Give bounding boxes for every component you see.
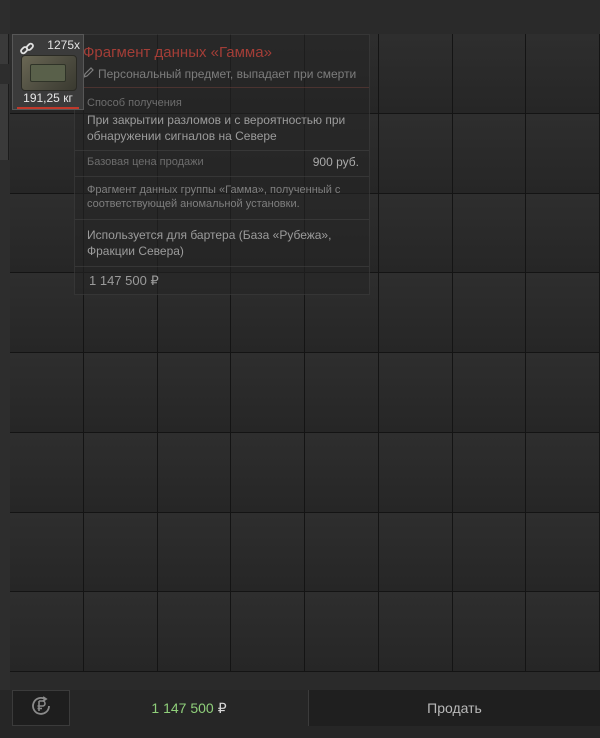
- inventory-slot[interactable]: [83, 353, 158, 433]
- inventory-slot[interactable]: [305, 592, 379, 672]
- side-tab[interactable]: [0, 124, 9, 160]
- side-tab[interactable]: [0, 34, 9, 64]
- inventory-slot[interactable]: [83, 512, 158, 593]
- side-tab[interactable]: [0, 84, 9, 124]
- inventory-slot[interactable]: [157, 353, 232, 433]
- inventory-slot[interactable]: [157, 512, 232, 593]
- inventory-slot[interactable]: [378, 353, 453, 433]
- inventory-slot[interactable]: [83, 592, 158, 672]
- inventory-slot[interactable]: [378, 592, 453, 672]
- tooltip-title: Фрагмент данных «Гамма»: [83, 44, 272, 61]
- inventory-slot[interactable]: [378, 34, 453, 114]
- separator: [75, 150, 369, 151]
- inventory-slot[interactable]: [526, 432, 600, 513]
- subtitle-text: Персональный предмет, выпадает при смерт…: [98, 67, 357, 81]
- inventory-slot[interactable]: [10, 432, 84, 513]
- inventory-slot[interactable]: [157, 592, 232, 672]
- inventory-slot[interactable]: [526, 193, 600, 274]
- inventory-slot[interactable]: [452, 432, 527, 513]
- inventory-slot[interactable]: [452, 113, 527, 194]
- inventory-slot[interactable]: [526, 353, 600, 433]
- currency-symbol: ₽: [217, 699, 227, 716]
- separator: [75, 219, 369, 220]
- stack-total-price: 1 147 500 ₽: [89, 273, 159, 288]
- ruble-refresh-button[interactable]: [12, 690, 70, 726]
- inventory-slot[interactable]: [526, 512, 600, 593]
- data-fragment-icon: [21, 55, 77, 91]
- item-tooltip: Фрагмент данных «Гамма» Персональный пре…: [74, 34, 370, 295]
- inventory-slot[interactable]: [10, 592, 84, 672]
- inventory-slot[interactable]: [10, 353, 84, 433]
- item-weight: 191,25 кг: [23, 91, 73, 105]
- pencil-icon: [83, 67, 94, 81]
- separator: [75, 176, 369, 177]
- inventory-slot[interactable]: [452, 512, 527, 593]
- inventory-slot[interactable]: [305, 512, 379, 593]
- tooltip-subtitle: Персональный предмет, выпадает при смерт…: [83, 67, 356, 81]
- item-description: Фрагмент данных группы «Гамма», полученн…: [87, 184, 341, 210]
- inventory-slot[interactable]: [526, 592, 600, 672]
- total-amount-value: 1 147 500: [151, 700, 214, 716]
- inventory-slot[interactable]: [452, 592, 527, 672]
- acquire-label: Способ получения: [87, 97, 182, 109]
- inventory-slot[interactable]: [10, 193, 84, 274]
- inventory-slot[interactable]: [378, 113, 453, 194]
- acquire-text: При закрытии разломов и с вероятностью п…: [87, 113, 346, 143]
- inventory-slot[interactable]: [452, 273, 527, 353]
- inventory-slot[interactable]: [231, 512, 305, 593]
- inventory-slot[interactable]: [452, 353, 527, 433]
- inventory-slot[interactable]: [231, 353, 305, 433]
- base-price-label: Базовая цена продажи: [87, 156, 204, 168]
- total-amount: 1 147 500 ₽: [72, 690, 306, 726]
- inventory-slot[interactable]: [10, 113, 84, 194]
- inventory-slot[interactable]: [378, 432, 453, 513]
- inventory-slot[interactable]: [526, 273, 600, 353]
- inventory-slot[interactable]: [157, 432, 232, 513]
- base-price-value: 900 руб.: [312, 155, 359, 169]
- sell-button[interactable]: Продать: [308, 690, 600, 726]
- trade-footer: 1 147 500 ₽ Продать: [0, 690, 600, 738]
- inventory-slot[interactable]: [83, 432, 158, 513]
- separator: [75, 266, 369, 267]
- inventory-slot[interactable]: [526, 34, 600, 114]
- title-divider: [75, 87, 369, 88]
- inventory-slot[interactable]: [452, 34, 527, 114]
- inventory-slot[interactable]: [378, 193, 453, 274]
- inventory-item-gamma-fragment[interactable]: 1275x 191,25 кг: [12, 34, 84, 110]
- inventory-slot[interactable]: [305, 432, 379, 513]
- inventory-slot[interactable]: [10, 273, 84, 353]
- inventory-slot[interactable]: [378, 512, 453, 593]
- inventory-slot[interactable]: [378, 273, 453, 353]
- inventory-slot[interactable]: [305, 353, 379, 433]
- left-sidebar-strip: [0, 0, 10, 690]
- ruble-refresh-icon: [29, 694, 53, 723]
- inventory-slot[interactable]: [452, 193, 527, 274]
- item-count: 1275x: [47, 38, 80, 52]
- item-red-underline: [17, 107, 79, 109]
- inventory-slot[interactable]: [526, 113, 600, 194]
- inventory-slot[interactable]: [231, 432, 305, 513]
- inventory-slot[interactable]: [231, 592, 305, 672]
- usage-text: Используется для бартера (База «Рубежа»,…: [87, 228, 332, 258]
- inventory-slot[interactable]: [10, 512, 84, 593]
